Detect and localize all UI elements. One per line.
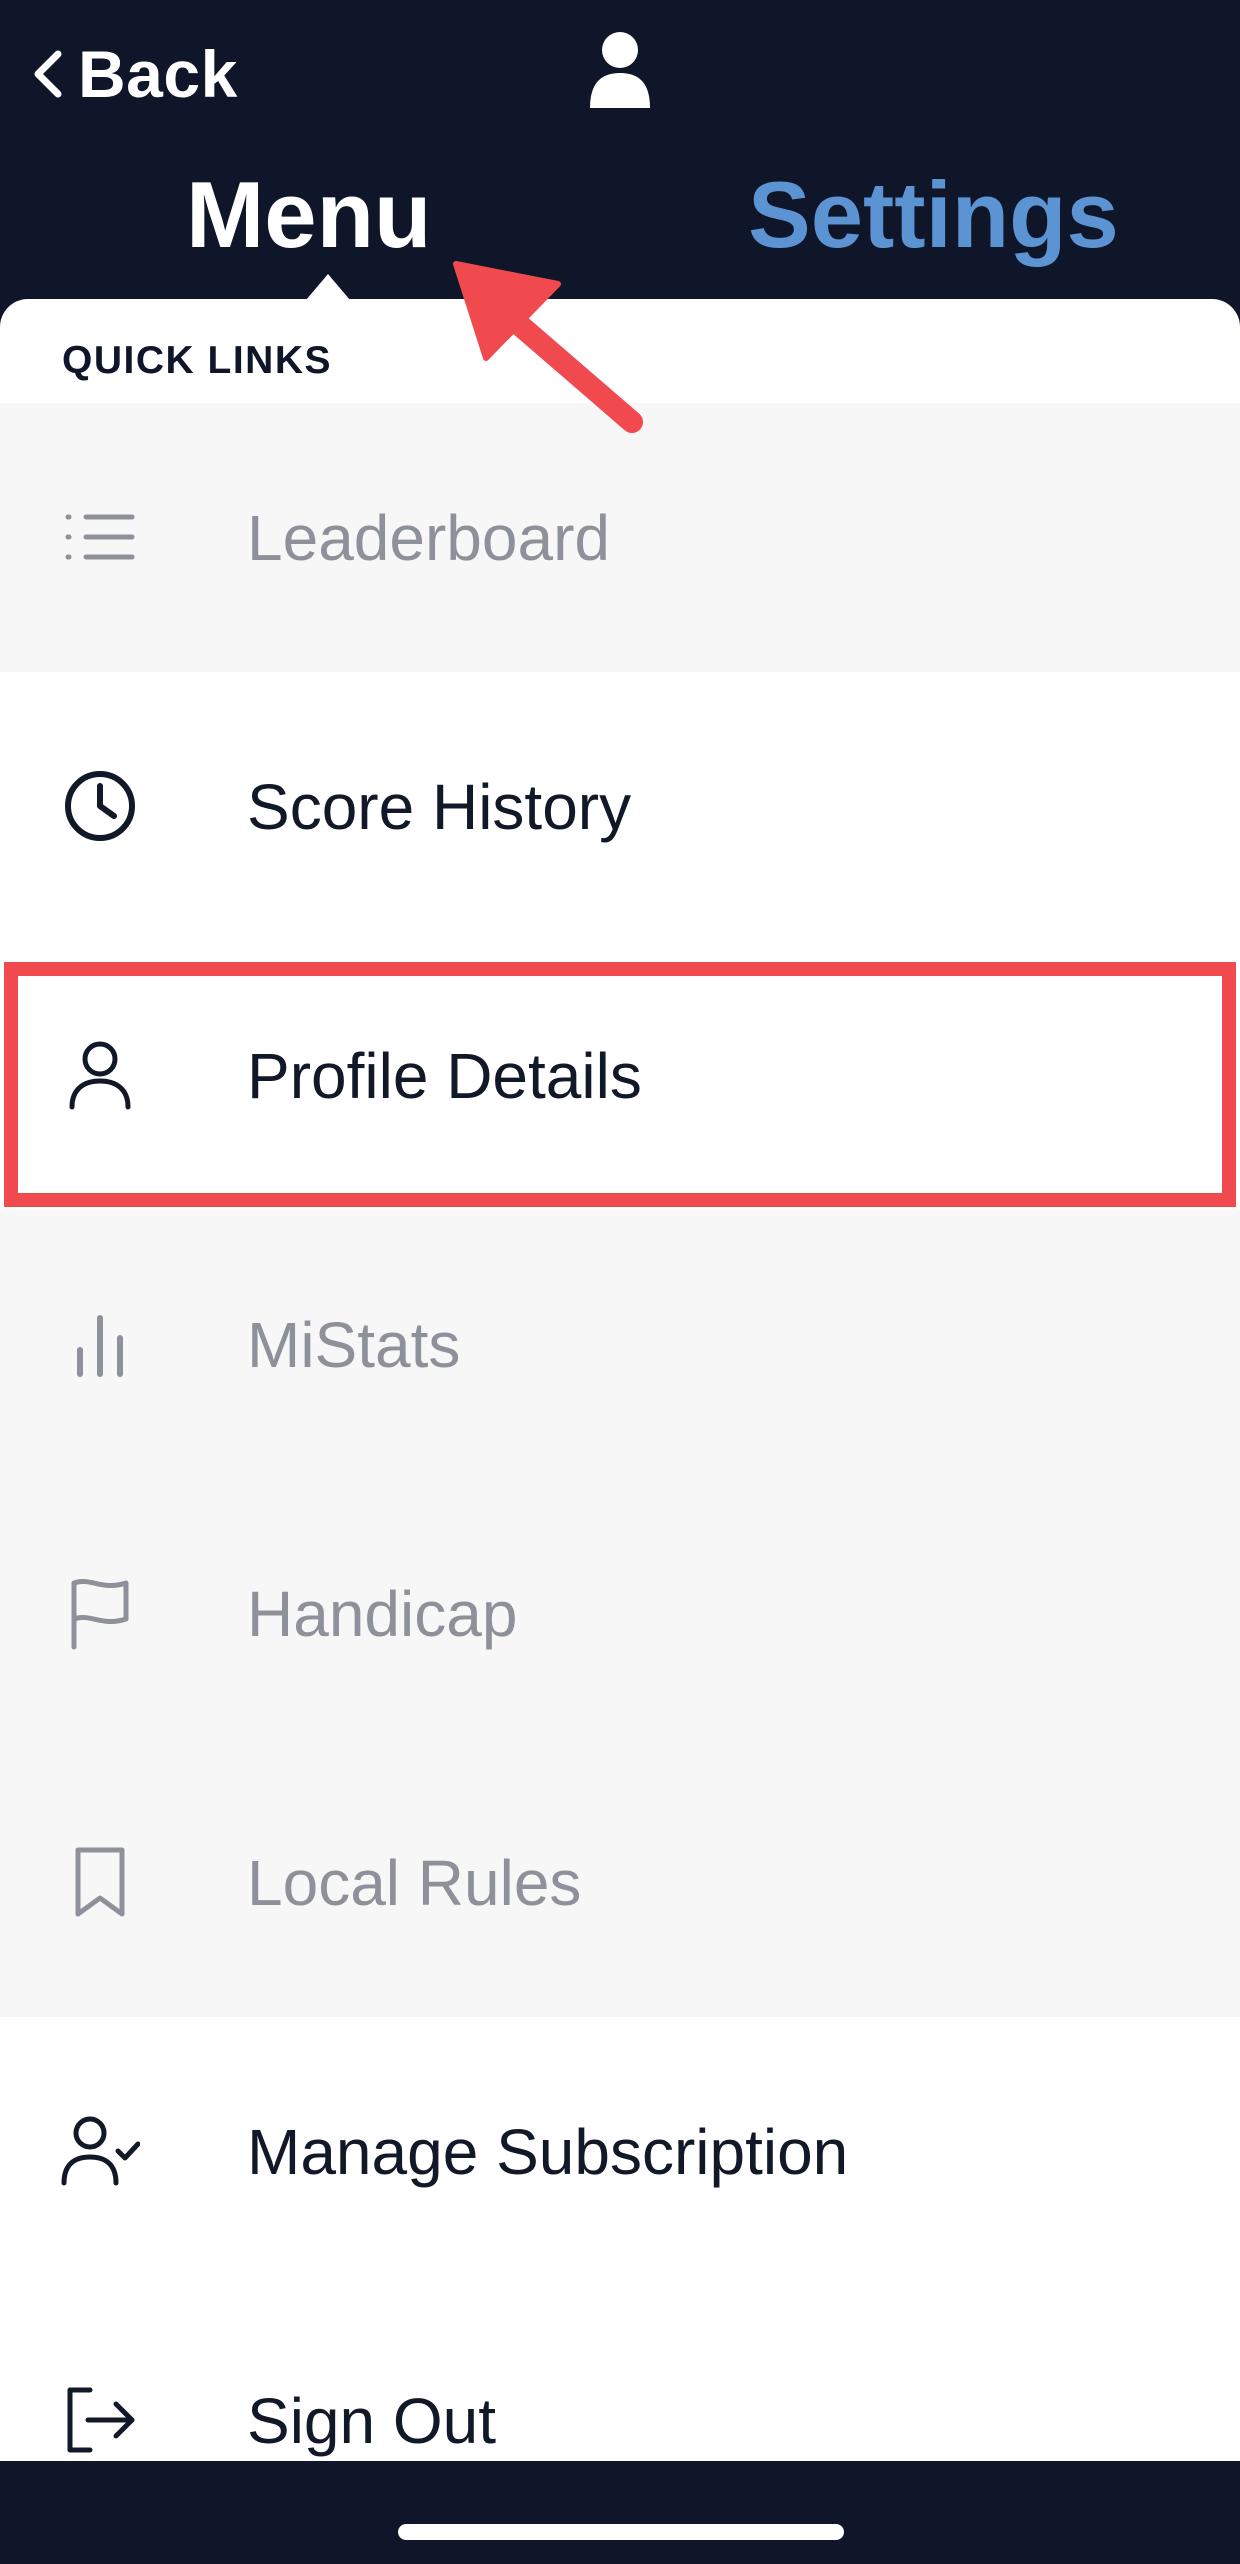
menu-item-label: Local Rules — [247, 1846, 582, 1919]
header: Back Menu Settings — [0, 0, 1240, 300]
log-out-icon — [67, 2387, 135, 2453]
back-label: Back — [78, 37, 238, 111]
menu-item-label: Leaderboard — [247, 501, 610, 574]
menu-item-label: Manage Subscription — [247, 2115, 849, 2188]
menu-item-score-history[interactable]: Score History — [0, 672, 1240, 941]
list-icon — [65, 514, 135, 560]
bar-chart-icon — [77, 1315, 123, 1377]
flag-icon — [71, 1579, 129, 1650]
menu-item-manage-subscription[interactable]: Manage Subscription — [0, 2017, 1240, 2286]
user-check-icon — [61, 2116, 140, 2186]
clock-icon — [65, 771, 135, 841]
home-bar-area — [0, 2461, 1240, 2564]
menu-item-profile-details[interactable]: Profile Details — [0, 941, 1240, 1210]
profile-avatar-icon[interactable] — [586, 30, 654, 108]
menu-item-leaderboard[interactable]: Leaderboard — [0, 403, 1240, 672]
chevron-left-icon — [34, 50, 62, 98]
menu-item-label: Profile Details — [247, 1039, 642, 1112]
app-screen: Back Menu Settings QUICK LINKS Leaderboa… — [0, 0, 1240, 2564]
back-button[interactable]: Back — [30, 34, 238, 114]
user-icon — [69, 1041, 131, 1110]
menu-item-label: Sign Out — [247, 2384, 497, 2457]
menu-sheet: QUICK LINKS Leaderboard Score History Pr… — [0, 299, 1240, 2461]
tab-settings[interactable]: Settings — [748, 160, 1119, 270]
menu-item-label: Handicap — [247, 1577, 518, 1650]
menu-item-sign-out[interactable]: Sign Out — [0, 2286, 1240, 2461]
active-tab-indicator — [306, 274, 350, 300]
home-indicator[interactable] — [398, 2524, 844, 2540]
menu-item-label: MiStats — [247, 1308, 461, 1381]
menu-item-handicap[interactable]: Handicap — [0, 1479, 1240, 1748]
menu-item-mistats[interactable]: MiStats — [0, 1210, 1240, 1479]
menu-item-local-rules[interactable]: Local Rules — [0, 1748, 1240, 2017]
menu-item-label: Score History — [247, 770, 632, 843]
section-title-quick-links: QUICK LINKS — [62, 339, 332, 382]
tab-menu[interactable]: Menu — [186, 160, 431, 270]
bookmark-icon — [75, 1847, 125, 1917]
